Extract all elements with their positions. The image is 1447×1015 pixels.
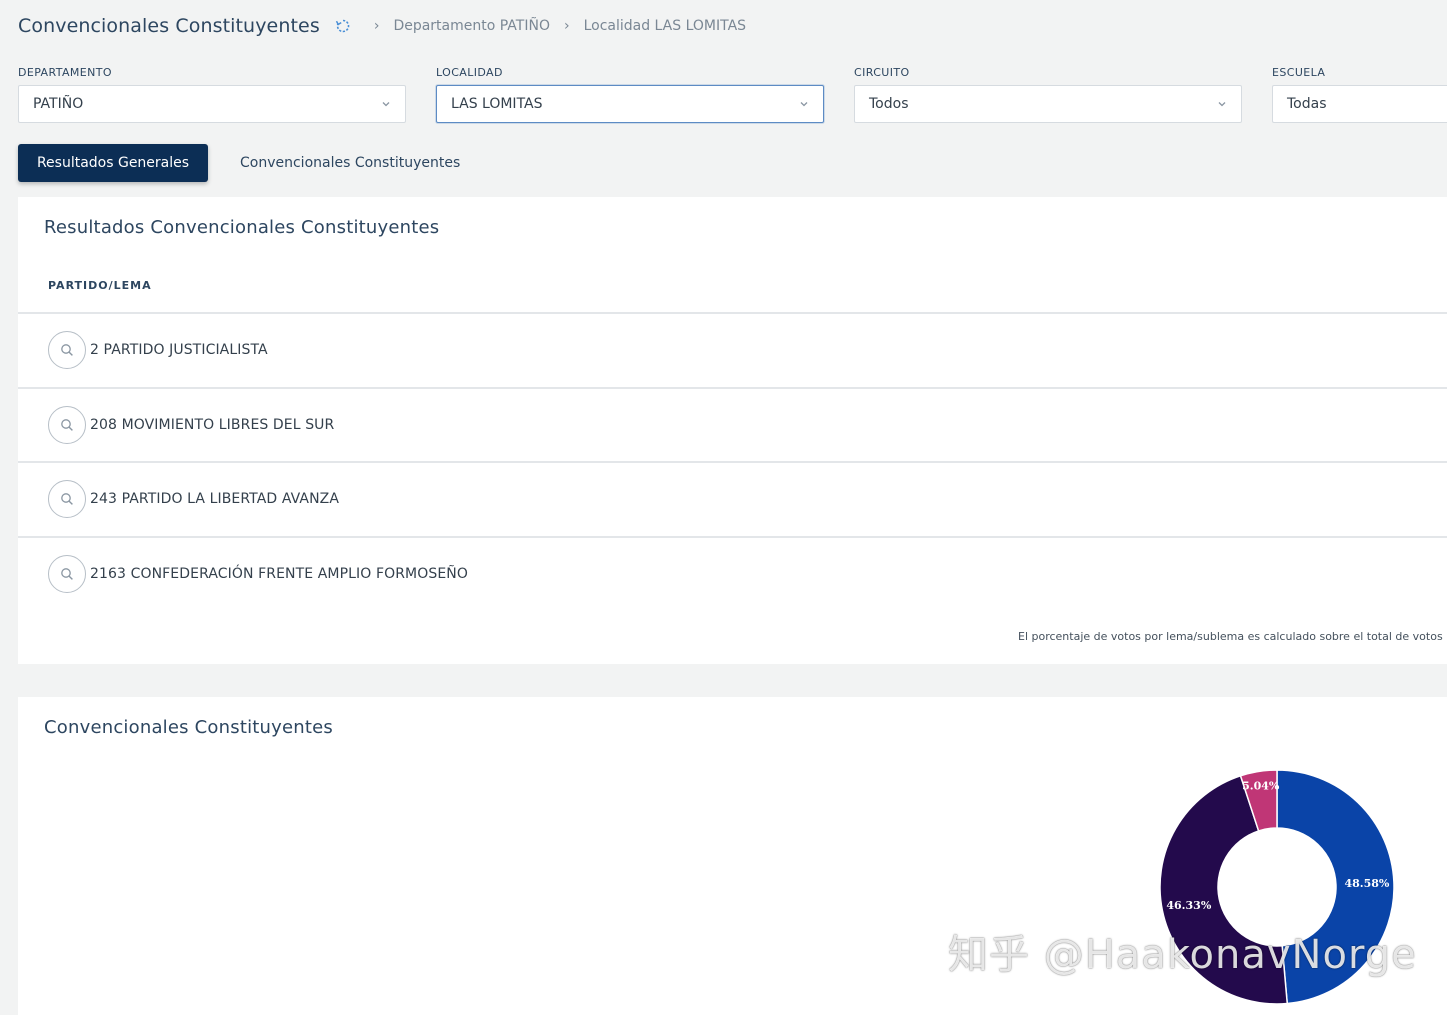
donut-label-2: 5.04%: [1242, 779, 1280, 792]
filter-escuela-label: ESCUELA: [1272, 66, 1326, 79]
circuito-select[interactable]: Todos: [854, 85, 1242, 123]
party-row-movimiento-libres-del-sur[interactable]: 208 MOVIMIENTO LIBRES DEL SUR: [18, 386, 1447, 462]
party-name: 2163 CONFEDERACIÓN FRENTE AMPLIO FORMOSE…: [90, 565, 468, 582]
results-card-title: Resultados Convencionales Constituyentes: [44, 217, 440, 238]
filter-departamento: DEPARTAMENTO PATIÑO: [18, 66, 406, 123]
party-name: 208 MOVIMIENTO LIBRES DEL SUR: [90, 416, 335, 433]
breadcrumb-departamento[interactable]: Departamento PATIÑO: [393, 18, 550, 34]
localidad-select-value: LAS LOMITAS: [451, 96, 543, 112]
filter-escuela: ESCUELA Todas: [1272, 66, 1447, 123]
localidad-select[interactable]: LAS LOMITAS: [436, 85, 824, 123]
departamento-select-value: PATIÑO: [33, 96, 84, 112]
column-header-partido-lema: PARTIDO/LEMA: [48, 279, 152, 292]
chevron-down-icon: [1217, 99, 1227, 109]
departamento-select[interactable]: PATIÑO: [18, 85, 406, 123]
breadcrumb-localidad[interactable]: Localidad LAS LOMITAS: [584, 18, 746, 34]
escuela-select-value: Todas: [1287, 96, 1327, 112]
page-title: Convencionales Constituyentes: [18, 15, 320, 37]
search-icon[interactable]: [48, 331, 86, 370]
breadcrumb-separator-icon: ›: [563, 18, 570, 34]
party-row-frente-amplio-formoseno[interactable]: 2163 CONFEDERACIÓN FRENTE AMPLIO FORMOSE…: [18, 535, 1447, 611]
escuela-select[interactable]: Todas: [1272, 85, 1447, 123]
chevron-down-icon: [799, 99, 809, 109]
filter-departamento-label: DEPARTAMENTO: [18, 66, 112, 79]
tab-convencionales-constituyentes[interactable]: Convencionales Constituyentes: [224, 144, 476, 182]
watermark: 知乎 @HaakonavNorge: [948, 932, 1417, 978]
search-icon[interactable]: [48, 405, 86, 444]
party-row-la-libertad-avanza[interactable]: 243 PARTIDO LA LIBERTAD AVANZA: [18, 461, 1447, 536]
party-name: 243 PARTIDO LA LIBERTAD AVANZA: [90, 491, 340, 508]
search-icon[interactable]: [48, 480, 86, 519]
filter-localidad: LOCALIDAD LAS LOMITAS: [436, 66, 824, 123]
party-row-partido-justicialista[interactable]: 2 PARTIDO JUSTICIALISTA: [18, 312, 1447, 387]
party-name: 2 PARTIDO JUSTICIALISTA: [90, 342, 268, 359]
circuito-select-value: Todos: [869, 96, 909, 112]
filter-circuito-label: CIRCUITO: [854, 66, 910, 79]
results-card: Resultados Convencionales Constituyentes…: [18, 197, 1447, 664]
page-header: Convencionales Constituyentes › Departam…: [18, 12, 746, 40]
breadcrumb-separator-icon: ›: [373, 18, 380, 34]
results-list: 2 PARTIDO JUSTICIALISTA 208 MOVIMIENTO L…: [18, 312, 1447, 610]
chevron-down-icon: [381, 99, 391, 109]
filter-circuito: CIRCUITO Todos: [854, 66, 1242, 123]
chart-card-title: Convencionales Constituyentes: [44, 717, 333, 738]
search-icon[interactable]: [48, 554, 86, 593]
donut-label-1: 46.33%: [1166, 899, 1211, 912]
tab-resultados-generales[interactable]: Resultados Generales: [18, 144, 208, 182]
filter-localidad-label: LOCALIDAD: [436, 66, 503, 79]
results-footnote: El porcentaje de votos por lema/sublema …: [1018, 630, 1447, 643]
refresh-icon[interactable]: [334, 17, 352, 35]
donut-label-0: 48.58%: [1344, 877, 1389, 890]
